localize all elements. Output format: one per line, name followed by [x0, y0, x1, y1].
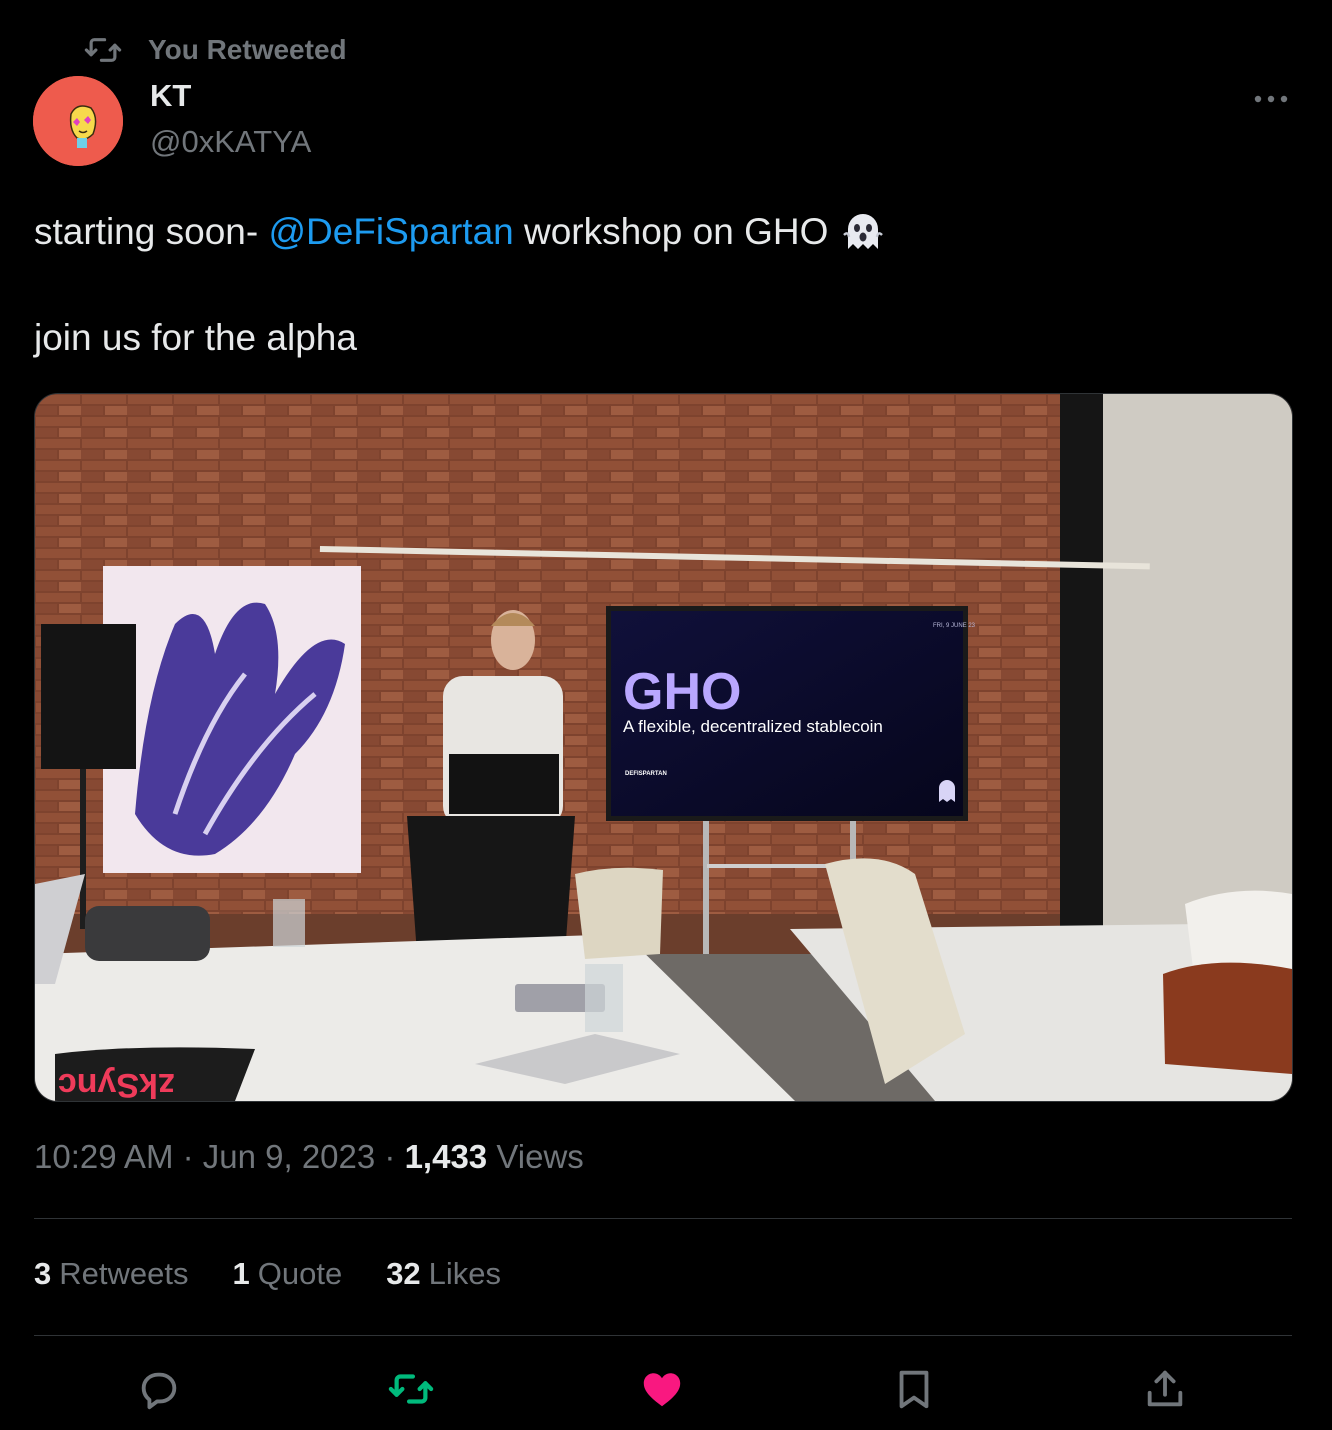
retweets-count: 3 — [34, 1256, 52, 1291]
bookmark-button[interactable] — [891, 1366, 937, 1412]
tweet-text-after-mention: workshop on GHO — [513, 211, 829, 252]
tweet-text: starting soon- @DeFiSpartan workshop on … — [34, 208, 1294, 362]
more-options-button[interactable] — [1248, 84, 1294, 114]
retweets-stat[interactable]: 3 Retweets — [34, 1256, 188, 1292]
share-icon — [1147, 1370, 1183, 1407]
tweet-stats: 3 Retweets 1 Quote 32 Likes — [34, 1256, 501, 1292]
slide-brand: DEFISPARTAN — [625, 771, 667, 777]
tweet-line-1: starting soon- @DeFiSpartan workshop on … — [34, 208, 1294, 256]
retweet-icon — [388, 1374, 434, 1404]
retweets-label: Retweets — [59, 1256, 189, 1291]
tweet-photo[interactable]: FRI, 9 JUNE 23 GHO A flexible, decentral… — [34, 393, 1293, 1102]
tweet-text-before-mention: starting soon- — [34, 211, 269, 252]
views-label-space — [487, 1138, 496, 1176]
tweet-line-2: join us for the alpha — [34, 317, 357, 358]
likes-label: Likes — [428, 1256, 502, 1291]
share-button[interactable] — [1142, 1366, 1188, 1412]
meta-separator: · — [173, 1138, 203, 1175]
slide-title: GHO — [623, 663, 741, 721]
likes-stat[interactable]: 32 Likes — [386, 1256, 501, 1292]
like-icon — [643, 1373, 681, 1407]
views-count: 1,433 — [404, 1138, 488, 1175]
action-bar — [0, 1360, 1332, 1416]
retweet-button[interactable] — [388, 1366, 434, 1412]
quotes-count: 1 — [232, 1256, 250, 1291]
author-display-name[interactable]: KT — [150, 78, 191, 114]
like-button[interactable] — [639, 1366, 685, 1412]
mention-link[interactable]: @DeFiSpartan — [268, 208, 513, 256]
tweet-time[interactable]: 10:29 AM — [34, 1138, 173, 1176]
author-handle[interactable]: @0xKATYA — [150, 124, 311, 160]
retweet-icon — [84, 38, 122, 62]
divider-bottom — [34, 1335, 1292, 1336]
sleeve-text: zkSync — [58, 1066, 175, 1101]
quotes-stat[interactable]: 1 Quote — [232, 1256, 342, 1292]
bookmark-icon — [899, 1370, 929, 1409]
likes-count: 32 — [386, 1256, 421, 1291]
reply-icon — [141, 1372, 177, 1410]
retweet-context[interactable]: You Retweeted — [84, 30, 347, 70]
tweet-meta: 10:29 AM · Jun 9, 2023 · 1,433 Views — [34, 1138, 584, 1176]
avatar[interactable] — [33, 76, 123, 166]
more-icon — [1254, 95, 1288, 103]
views-label: Views — [496, 1138, 584, 1175]
meta-separator-2: · — [375, 1138, 405, 1175]
retweet-context-label: You Retweeted — [148, 34, 347, 65]
tweet-date[interactable]: Jun 9, 2023 — [203, 1138, 375, 1176]
avatar-image — [33, 76, 123, 166]
reply-button[interactable] — [136, 1366, 182, 1412]
quotes-label: Quote — [257, 1256, 343, 1291]
slide-date: FRI, 9 JUNE 23 — [933, 623, 976, 629]
divider-top — [34, 1218, 1292, 1219]
ghost-emoji-icon — [843, 214, 884, 249]
photo-scene: FRI, 9 JUNE 23 GHO A flexible, decentral… — [35, 394, 1292, 1101]
slide-subtitle: A flexible, decentralized stablecoin — [623, 717, 883, 736]
